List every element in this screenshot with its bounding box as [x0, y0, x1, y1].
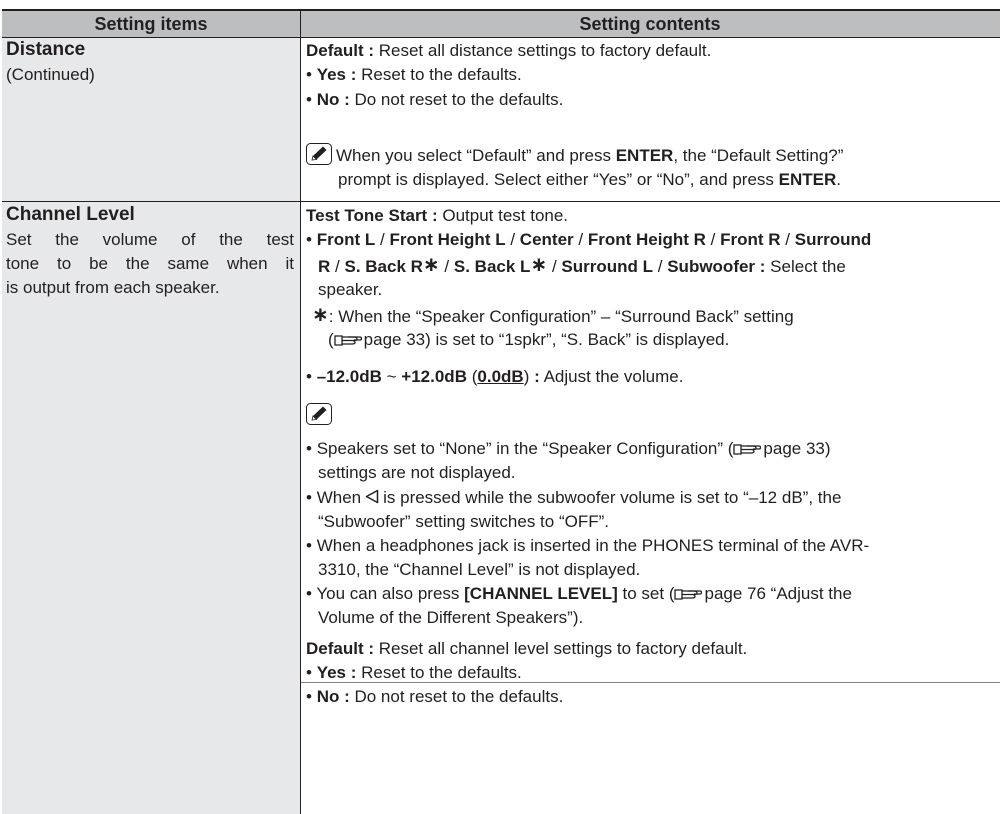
note-subwoofer-line1: • When is pressed while the subwoofer vo…	[306, 488, 842, 507]
speaker-list-line1: • Front L / Front Height L / Center / Fr…	[306, 230, 872, 249]
header-divider	[2, 37, 1000, 38]
distance-note-line2: prompt is displayed. Select either “Yes”…	[338, 170, 841, 189]
test-tone-line: Test Tone Start : Output test tone.	[306, 206, 569, 225]
setting-items-column	[2, 11, 300, 814]
footnote-line1: ∗: When the “Speaker Configuration” – “S…	[312, 304, 794, 326]
distance-no-line: • No : Do not reset to the defaults.	[306, 90, 564, 109]
channel-default-line: Default : Reset all channel level settin…	[306, 639, 748, 658]
pointing-hand-icon	[674, 589, 703, 600]
channel-level-title: Channel Level	[6, 204, 135, 225]
footnote-line2: ( page 33) is set to “1spkr”, “S. Back” …	[328, 330, 730, 349]
volume-range-line: • –12.0dB ~ +12.0dB (0.0dB) : Adjust the…	[306, 367, 684, 386]
note-subwoofer-line2: “Subwoofer” setting switches to “OFF”.	[318, 512, 609, 531]
note-headphones-line2: 3310, the “Channel Level” is not display…	[318, 560, 641, 579]
distance-yes-line: • Yes : Reset to the defaults.	[306, 65, 522, 84]
settings-table: Setting items Setting contents Distance …	[2, 9, 1000, 814]
note-channel-level-button-line1: • You can also press [CHANNEL LEVEL] to …	[306, 584, 852, 603]
pointing-hand-icon	[334, 335, 362, 346]
row-divider	[2, 201, 1000, 202]
note-none-line2: settings are not displayed.	[318, 463, 516, 482]
header-setting-contents: Setting contents	[300, 11, 1000, 37]
distance-note-line1: When you select “Default” and press ENTE…	[306, 143, 843, 168]
pencil-icon	[306, 403, 332, 425]
left-triangle-icon	[365, 489, 379, 504]
channel-note-icon-line	[306, 403, 336, 428]
channel-yes-line: • Yes : Reset to the defaults.	[306, 663, 522, 682]
channel-no-line: • No : Do not reset to the defaults.	[306, 687, 564, 706]
column-divider	[300, 11, 301, 814]
distance-continued: (Continued)	[6, 65, 95, 84]
channel-level-desc-line2: tone to be the same when it	[6, 254, 294, 273]
channel-level-desc-line3: is output from each speaker.	[6, 278, 220, 297]
note-none-line1: • Speakers set to “None” in the “Speaker…	[306, 439, 831, 458]
pencil-icon	[306, 143, 332, 165]
note-channel-level-button-line2: Volume of the Different Speakers”).	[318, 608, 584, 627]
channel-level-desc-line1: Set the volume of the test	[6, 230, 294, 249]
pointing-hand-icon	[733, 444, 762, 455]
speaker-list-line2: R / S. Back R∗ / S. Back L∗ / Surround L…	[318, 254, 846, 276]
distance-default-line: Default : Reset all distance settings to…	[306, 41, 712, 60]
header-setting-items: Setting items	[2, 11, 300, 37]
distance-title: Distance	[6, 39, 86, 60]
note-headphones-line1: • When a headphones jack is inserted in …	[306, 536, 870, 555]
speaker-list-line3: speaker.	[318, 280, 383, 299]
